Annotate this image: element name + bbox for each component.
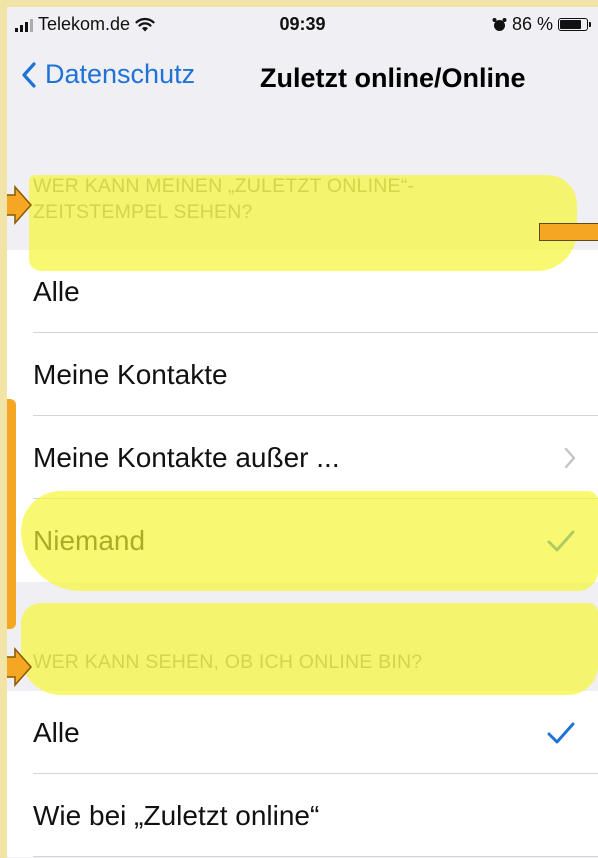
option-label: Meine Kontakte außer ... [33, 441, 340, 473]
battery-percentage: 86 % [511, 14, 553, 34]
option-online-same-as-last-seen[interactable]: Wie bei „Zuletzt online“ [7, 774, 598, 857]
phone-screen: Telekom.de 09:39 86 % Datenschutz Zuletz… [7, 7, 598, 858]
option-last-seen-my-contacts-except[interactable]: Meine Kontakte außer ... [7, 416, 598, 499]
option-last-seen-my-contacts[interactable]: Meine Kontakte [7, 333, 598, 416]
option-last-seen-nobody[interactable]: Niemand [7, 499, 598, 582]
battery-icon [558, 18, 591, 31]
arrow-marker-icon [7, 647, 33, 687]
orange-bracket-marker [7, 399, 16, 629]
option-label: Alle [33, 275, 80, 307]
chevron-left-icon [22, 61, 36, 88]
online-options-list: Alle Wie bei „Zuletzt online“ [7, 691, 598, 857]
option-label: Niemand [33, 524, 146, 556]
page-title: Zuletzt online/Online [260, 63, 526, 93]
orange-bar-marker [539, 223, 598, 241]
option-label: Meine Kontakte [33, 358, 228, 390]
section-header-line-1: WER KANN MEINEN „ZULETZT ONLINE“- [33, 175, 415, 197]
option-label: Alle [33, 716, 80, 748]
navigation-bar: Datenschutz Zuletzt online/Online [7, 49, 598, 109]
last-seen-options-list: Alle Meine Kontakte Meine Kontakte außer… [7, 250, 598, 582]
section-header-last-seen: WER KANN MEINEN „ZULETZT ONLINE“- ZEITST… [33, 173, 414, 225]
section-header-line-2: ZEITSTEMPEL SEHEN? [33, 201, 253, 223]
section-header-text: WER KANN SEHEN, OB ICH ONLINE BIN? [33, 651, 423, 673]
row-divider [33, 856, 598, 857]
checkmark-icon [547, 530, 575, 551]
alarm-clock-icon [492, 18, 507, 31]
checkmark-icon [547, 722, 575, 743]
option-last-seen-everyone[interactable]: Alle [7, 250, 598, 333]
status-bar: Telekom.de 09:39 86 % [7, 7, 598, 45]
status-right: 86 % [492, 14, 591, 35]
section-header-online: WER KANN SEHEN, OB ICH ONLINE BIN? [33, 649, 422, 675]
option-label: Wie bei „Zuletzt online“ [33, 799, 320, 831]
arrow-marker-icon [7, 185, 33, 225]
chevron-right-icon [564, 447, 576, 468]
option-online-everyone[interactable]: Alle [7, 691, 598, 774]
back-button-label: Datenschutz [45, 59, 196, 89]
back-button[interactable]: Datenschutz [21, 59, 195, 90]
